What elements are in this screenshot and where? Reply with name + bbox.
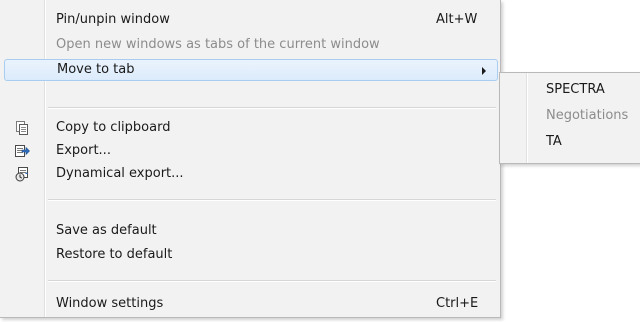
copy-icon: [14, 120, 30, 136]
menu-separator: [48, 107, 496, 109]
menu-item-restore-to-default[interactable]: Restore to default: [2, 244, 498, 266]
export-icon: [14, 143, 30, 159]
context-menu-stage: Pin/unpin window Alt+W Open new windows …: [0, 0, 640, 322]
menu-item-label: Restore to default: [56, 247, 173, 262]
menu-item-label: Move to tab: [57, 62, 135, 77]
submenu-item-ta[interactable]: TA: [546, 134, 562, 156]
menu-item-shortcut: Alt+W: [436, 12, 478, 27]
submenu-item-negotiations[interactable]: Negotiations: [546, 108, 628, 130]
icon-gutter-highlight: [527, 73, 528, 163]
menu-item-copy-to-clipboard[interactable]: Copy to clipboard: [2, 117, 498, 139]
menu-separator: [48, 199, 496, 201]
menu-item-label: Pin/unpin window: [56, 12, 170, 27]
menu-item-window-settings[interactable]: Window settings Ctrl+E: [2, 293, 498, 315]
menu-item-dynamical-export[interactable]: Dynamical export...: [2, 163, 498, 185]
menu-item-export[interactable]: Export...: [2, 140, 498, 162]
menu-item-move-to-tab[interactable]: Move to tab: [4, 59, 498, 81]
menu-item-open-new-windows-as-tabs[interactable]: Open new windows as tabs of the current …: [2, 34, 498, 56]
menu-item-label: Export...: [56, 143, 111, 158]
menu-item-label: Save as default: [56, 223, 157, 238]
menu-item-pin-unpin-window[interactable]: Pin/unpin window Alt+W: [2, 9, 498, 31]
menu-item-label: Open new windows as tabs of the current …: [56, 37, 380, 52]
move-to-tab-submenu: SPECTRA Negotiations TA: [499, 72, 640, 164]
dynamic-export-icon: [14, 166, 30, 182]
menu-item-label: Dynamical export...: [56, 166, 184, 181]
context-menu: Pin/unpin window Alt+W Open new windows …: [0, 0, 501, 318]
menu-separator: [48, 280, 496, 282]
menu-item-shortcut: Ctrl+E: [436, 296, 479, 311]
menu-item-label: Window settings: [56, 296, 164, 311]
submenu-item-spectra[interactable]: SPECTRA: [546, 82, 605, 104]
menu-item-label: Copy to clipboard: [56, 120, 171, 135]
submenu-arrow-icon: [482, 67, 486, 75]
menu-item-save-as-default[interactable]: Save as default: [2, 220, 498, 242]
